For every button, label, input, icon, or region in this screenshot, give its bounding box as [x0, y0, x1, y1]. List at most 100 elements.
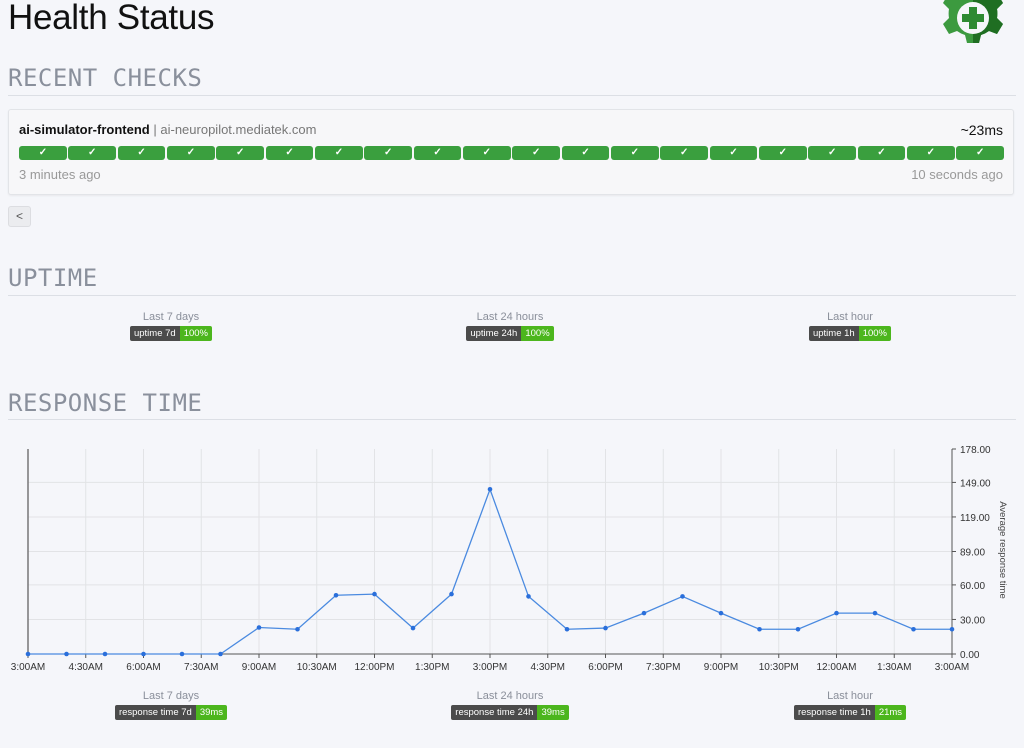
check-bar[interactable]: ✓	[956, 146, 1005, 160]
check-bar[interactable]: ✓	[265, 146, 314, 160]
x-tick-label: 10:30PM	[759, 662, 799, 673]
y-tick-label: 119.00	[960, 513, 990, 524]
badge-key: response time 24h	[451, 705, 538, 720]
y-tick-label: 0.00	[960, 650, 980, 661]
data-point	[102, 651, 108, 657]
check-bar[interactable]: ✓	[758, 146, 807, 160]
x-tick-label: 12:00PM	[354, 662, 394, 673]
section-title-uptime: UPTIME	[8, 264, 98, 292]
x-tick-label: 7:30AM	[184, 662, 218, 673]
uptime-badge: uptime 1h 100%	[808, 326, 892, 341]
badge-value: 39ms	[195, 705, 228, 720]
stat-label: Last 24 hours	[476, 311, 544, 323]
latency-value: ~23ms	[960, 122, 1003, 138]
x-tick-label: 3:00AM	[11, 662, 45, 673]
section-title-recent-checks: RECENT CHECKS	[8, 64, 203, 92]
response-badge: response time 7d 39ms	[114, 705, 228, 720]
uptime-badge: uptime 7d 100%	[129, 326, 213, 341]
y-tick-label: 178.00	[960, 445, 991, 456]
data-point	[256, 625, 262, 630]
service-name-label: ai-simulator-frontend	[19, 122, 150, 137]
check-bar[interactable]: ✓	[512, 146, 561, 160]
badge-value: 100%	[179, 326, 213, 341]
x-tick-label: 1:30AM	[877, 662, 911, 673]
data-point	[487, 487, 493, 492]
response-stat-1h: Last hour response time 1h 21ms	[730, 690, 970, 720]
check-bar[interactable]: ✓	[314, 146, 363, 160]
service-name: ai-simulator-frontend | ai-neuropilot.me…	[19, 122, 316, 137]
data-point	[641, 610, 647, 616]
data-point	[834, 610, 839, 616]
badge-key: uptime 1h	[808, 326, 859, 341]
check-bar[interactable]: ✓	[709, 146, 758, 160]
stat-label: Last 7 days	[142, 311, 200, 323]
stat-label: Last hour	[827, 311, 873, 323]
x-tick-label: 12:00AM	[816, 662, 856, 673]
stat-label: Last 24 hours	[476, 690, 544, 702]
check-bar[interactable]: ✓	[413, 146, 462, 160]
data-point	[218, 651, 223, 657]
check-bar[interactable]: ✓	[462, 146, 511, 160]
data-point	[718, 610, 724, 616]
check-bar[interactable]: ✓	[906, 146, 955, 160]
data-point	[680, 594, 685, 599]
data-point	[757, 626, 762, 632]
badge-value: 100%	[521, 326, 554, 341]
uptime-stat-7d: Last 7 days uptime 7d 100%	[51, 311, 291, 341]
y-tick-label: 30.00	[960, 615, 985, 626]
check-bar[interactable]: ✓	[610, 146, 659, 160]
check-bar[interactable]: ✓	[68, 146, 117, 160]
check-bar[interactable]: ✓	[561, 146, 610, 160]
data-point	[141, 651, 146, 657]
data-point	[526, 594, 531, 599]
x-tick-label: 6:00AM	[126, 662, 160, 673]
x-tick-label: 3:00AM	[935, 662, 969, 673]
response-time-chart: 3:00AM 4:30AM 6:00AM 7:30AM 9:00AM 10:30AM 12:…	[11, 445, 1008, 673]
badge-key: response time 7d	[114, 705, 196, 720]
badge-value: 21ms	[874, 705, 907, 720]
badge-value: 39ms	[537, 705, 569, 720]
data-point	[372, 591, 377, 597]
uptime-stat-1h: Last hour uptime 1h 100%	[730, 311, 970, 341]
gear-plus-icon	[943, 0, 1003, 43]
data-point	[333, 592, 339, 598]
data-point	[872, 610, 878, 616]
x-tick-label: 9:00AM	[242, 662, 276, 673]
response-badge: response time 1h 21ms	[793, 705, 907, 720]
check-bar[interactable]: ✓	[216, 146, 265, 160]
data-point	[25, 651, 31, 657]
check-bar[interactable]: ✓	[857, 146, 906, 160]
x-tick-label: 4:30PM	[531, 662, 565, 673]
data-point	[295, 626, 300, 632]
data-point	[795, 626, 801, 632]
check-bar[interactable]: ✓	[364, 146, 413, 160]
separator: |	[153, 122, 157, 137]
newest-check-time: 10 seconds ago	[911, 167, 1003, 182]
divider	[8, 419, 1016, 420]
check-bar[interactable]: ✓	[166, 146, 215, 160]
service-card: ai-simulator-frontend | ai-neuropilot.me…	[8, 109, 1014, 195]
stat-label: Last hour	[827, 690, 873, 702]
check-bar[interactable]: ✓	[117, 146, 166, 160]
x-tick-label: 9:00PM	[704, 662, 738, 673]
data-point	[603, 625, 608, 631]
y-tick-label: 89.00	[960, 548, 985, 559]
x-tick-label: 7:30PM	[646, 662, 680, 673]
uptime-badge: uptime 24h 100%	[466, 326, 554, 341]
response-stat-24h: Last 24 hours response time 24h 39ms	[390, 690, 630, 720]
data-point	[911, 626, 916, 632]
check-bars: ✓ ✓ ✓ ✓ ✓ ✓ ✓ ✓ ✓ ✓ ✓ ✓ ✓ ✓ ✓ ✓ ✓ ✓ ✓ ✓	[19, 146, 1005, 160]
divider	[8, 295, 1016, 296]
x-tick-label: 10:30AM	[297, 662, 337, 673]
x-tick-label: 1:30PM	[415, 662, 449, 673]
x-tick-label: 3:00PM	[473, 662, 507, 673]
data-point	[449, 591, 454, 597]
badge-key: uptime 7d	[129, 326, 180, 341]
check-bar[interactable]: ✓	[808, 146, 857, 160]
previous-page-button[interactable]: <	[8, 206, 31, 227]
uptime-stat-24h: Last 24 hours uptime 24h 100%	[390, 311, 630, 341]
check-bar[interactable]: ✓	[19, 146, 67, 160]
y-axis-label: Average response time	[997, 501, 1008, 599]
data-point	[64, 651, 69, 657]
check-bar[interactable]: ✓	[660, 146, 709, 160]
